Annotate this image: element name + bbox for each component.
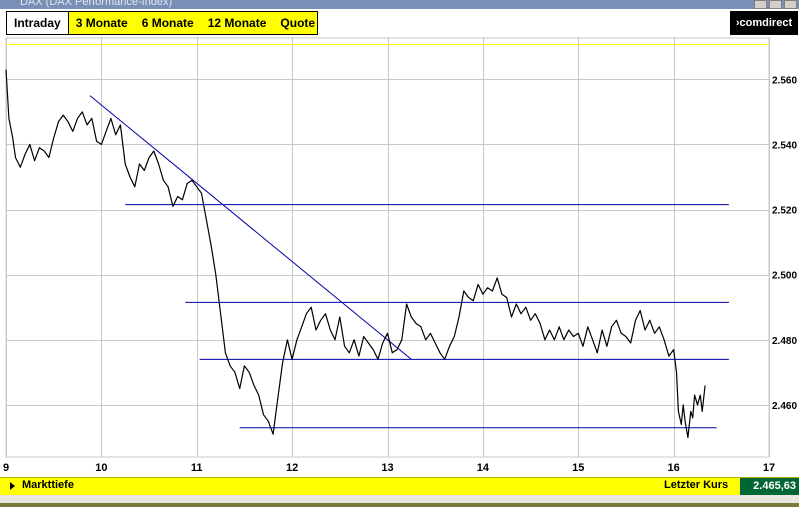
tab-3-monate[interactable]: 3 Monate <box>69 12 135 34</box>
x-tick-label: 16 <box>668 462 680 474</box>
bottom-border <box>0 503 799 507</box>
letzter-kurs-value: 2.465,63 <box>740 478 799 495</box>
x-tick-label: 10 <box>95 462 107 474</box>
comdirect-logo: ›comdirect <box>730 11 798 35</box>
timeframe-tabs: Intraday 3 Monate 6 Monate 12 Monate Quo… <box>6 11 318 35</box>
chart-grid <box>5 37 770 458</box>
x-tick-label: 12 <box>286 462 298 474</box>
footer-bar: Markttiefe Letzter Kurs 2.465,63 <box>0 477 799 495</box>
window-title: DAX (DAX Performance-Index) <box>20 0 173 8</box>
x-tick-label: 9 <box>3 462 9 474</box>
x-tick-label: 14 <box>477 462 490 474</box>
intraday-chart: 9 10 11 12 13 14 15 16 17 2.4602.4802.5002.5202.… <box>3 37 797 474</box>
close-button[interactable] <box>784 0 797 9</box>
tab-bar: Intraday 3 Monate 6 Monate 12 Monate Quo… <box>0 9 799 37</box>
tab-intraday[interactable]: Intraday <box>7 12 69 34</box>
window-controls <box>754 0 797 9</box>
y-tick-label: 2.480 <box>772 336 797 347</box>
y-tick-label: 2.540 <box>772 140 797 151</box>
x-tick-label: 13 <box>381 462 393 474</box>
y-axis-ticks: 2.460 2.480 2.500 2.520 2.540 2.560 <box>772 75 797 412</box>
tab-6-monate[interactable]: 6 Monate <box>135 12 201 34</box>
maximize-button[interactable] <box>769 0 782 9</box>
tab-12-monate[interactable]: 12 Monate <box>201 12 274 34</box>
tab-quote[interactable]: Quote <box>273 12 322 34</box>
x-axis-ticks: 9 10 11 12 13 14 15 16 17 <box>3 462 775 474</box>
price-series <box>5 69 706 439</box>
y-tick-label: 2.460 <box>772 401 797 412</box>
trend-lines <box>89 95 729 429</box>
minimize-button[interactable] <box>754 0 767 9</box>
letzter-kurs-label: Letzter Kurs <box>664 479 729 491</box>
x-tick-label: 11 <box>191 462 203 474</box>
x-tick-label: 15 <box>572 462 584 474</box>
markttiefe-link[interactable]: Markttiefe <box>22 479 74 491</box>
window-title-bar: DAX (DAX Performance-Index) <box>0 0 799 9</box>
y-tick-label: 2.560 <box>772 75 797 86</box>
y-tick-label: 2.520 <box>772 206 797 217</box>
y-tick-label: 2.500 <box>772 271 797 282</box>
downtrend-line <box>89 95 412 360</box>
markttiefe-arrow-icon[interactable] <box>10 482 15 490</box>
x-tick-label: 17 <box>763 462 775 474</box>
dax-price-line <box>5 69 706 439</box>
plot-frame <box>5 37 770 458</box>
